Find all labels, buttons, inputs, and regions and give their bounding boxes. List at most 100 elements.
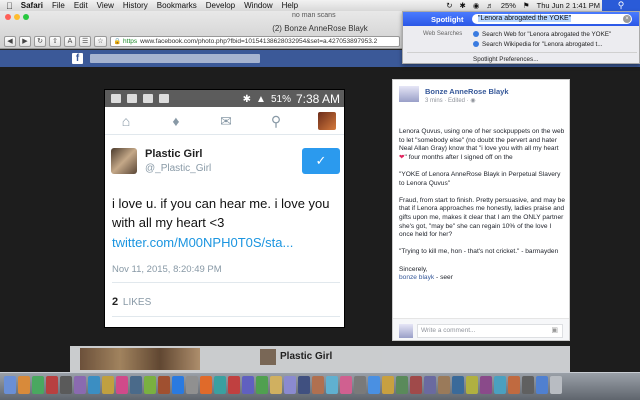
dock-app-icon[interactable] xyxy=(354,376,366,394)
facebook-search-input[interactable] xyxy=(90,54,260,63)
bluetooth-icon[interactable]: ✱ xyxy=(460,1,466,10)
comment-placeholder: Write a comment... xyxy=(421,327,476,334)
spotlight-category: Web Searches xyxy=(423,31,463,37)
post-body: Lenora Quvus, using one of her sockpuppe… xyxy=(399,128,567,283)
dock-app-icon[interactable] xyxy=(102,376,114,394)
dock-app-icon[interactable] xyxy=(438,376,450,394)
post-author-avatar[interactable] xyxy=(399,86,419,102)
dock-app-icon[interactable] xyxy=(158,376,170,394)
dock-app-icon[interactable] xyxy=(88,376,100,394)
dock-app-icon[interactable] xyxy=(200,376,212,394)
dock-app-icon[interactable] xyxy=(214,376,226,394)
dock-app-icon[interactable] xyxy=(32,376,44,394)
url-bar[interactable]: 🔒 https www.facebook.com/photo.php?fbid=… xyxy=(109,35,400,47)
zoom-window-button[interactable] xyxy=(23,14,29,20)
dock-app-icon[interactable] xyxy=(508,376,520,394)
apple-menu-icon[interactable]:  xyxy=(6,1,13,11)
dock-trash-icon[interactable] xyxy=(550,376,562,394)
wifi-icon[interactable]: ◉ xyxy=(473,1,480,10)
dock-app-icon[interactable] xyxy=(256,376,268,394)
back-button[interactable]: ◀ xyxy=(4,35,16,47)
dock-app-icon[interactable] xyxy=(396,376,408,394)
spotlight-preferences[interactable]: Spotlight Preferences... xyxy=(473,56,538,63)
sync-icon[interactable]: ↻ xyxy=(446,1,452,10)
share-icon[interactable]: ⇧ xyxy=(49,35,61,47)
menu-bookmarks[interactable]: Bookmarks xyxy=(157,1,197,10)
background-photo-strip[interactable] xyxy=(80,348,200,370)
background-post-name[interactable]: Plastic Girl xyxy=(280,351,332,362)
dock-app-icon[interactable] xyxy=(186,376,198,394)
post-signature-link[interactable]: bonze blayk xyxy=(399,274,434,281)
menu-view[interactable]: View xyxy=(97,1,114,10)
menu-edit[interactable]: Edit xyxy=(74,1,88,10)
menu-clock[interactable]: Thu Jun 2 1:41 PM xyxy=(537,1,600,10)
dock-app-icon[interactable] xyxy=(130,376,142,394)
volume-icon[interactable]: ♬ xyxy=(486,1,494,10)
dock-app-icon[interactable] xyxy=(368,376,380,394)
tweet-likes: 2 LIKES xyxy=(112,296,151,308)
post-text: Lenora Quvus, using one of her sockpuppe… xyxy=(399,128,565,153)
bookmark-icon[interactable]: ☆ xyxy=(94,35,107,47)
camera-icon[interactable]: ▣ xyxy=(551,326,558,334)
battery-percent[interactable]: 25% xyxy=(501,1,516,10)
menu-history[interactable]: History xyxy=(123,1,148,10)
minimize-window-button[interactable] xyxy=(14,14,20,20)
dock-app-icon[interactable] xyxy=(172,376,184,394)
lightbox-photo[interactable]: ✱ ▲ 51% 7:38 AM ⌂ ♦ ✉ ⚲ Plastic Girl @_P… xyxy=(104,89,345,328)
globe-icon[interactable]: ◉ xyxy=(470,98,475,104)
dock-app-icon[interactable] xyxy=(144,376,156,394)
post-signature-suffix: - seer xyxy=(434,274,453,282)
dock-app-icon[interactable] xyxy=(522,376,534,394)
dock-app-icon[interactable] xyxy=(480,376,492,394)
text-size-icon[interactable]: A xyxy=(64,35,76,47)
dock-app-icon[interactable] xyxy=(270,376,282,394)
menu-help[interactable]: Help xyxy=(282,1,298,10)
status-notification-icons xyxy=(111,94,175,103)
mail-notification-icon xyxy=(127,94,137,103)
dock-app-icon[interactable] xyxy=(284,376,296,394)
dock-app-icon[interactable] xyxy=(410,376,422,394)
dock-app-icon[interactable] xyxy=(116,376,128,394)
dock-app-icon[interactable] xyxy=(74,376,86,394)
spotlight-search-input[interactable]: "Lenora abrogated the YOKE" xyxy=(472,14,632,24)
small-tab-title[interactable]: no man scans xyxy=(292,12,336,19)
spotlight-result-wikipedia[interactable]: Search Wikipedia for "Lenora abrogated t… xyxy=(473,41,637,48)
dock-app-icon[interactable] xyxy=(242,376,254,394)
phone-clock: 7:38 AM xyxy=(295,92,340,106)
dock-app-icon[interactable] xyxy=(466,376,478,394)
spotlight-icon[interactable]: ⚲ xyxy=(602,0,640,11)
tweet-author-avatar xyxy=(111,148,137,174)
dock-app-icon[interactable] xyxy=(18,376,30,394)
menu-safari[interactable]: Safari xyxy=(21,1,43,10)
clear-search-icon[interactable]: × xyxy=(623,15,631,23)
dock-app-icon[interactable] xyxy=(298,376,310,394)
reader-icon[interactable]: ☰ xyxy=(79,35,92,47)
tweet-link: twitter.com/M00NPH0T0S/sta... xyxy=(112,235,294,250)
menu-window[interactable]: Window xyxy=(244,1,272,10)
post-timestamp[interactable]: 3 mins · Edited · xyxy=(425,98,470,104)
dock-app-icon[interactable] xyxy=(4,376,16,394)
dock-app-icon[interactable] xyxy=(228,376,240,394)
dock-app-icon[interactable] xyxy=(326,376,338,394)
close-window-button[interactable] xyxy=(5,14,11,20)
dock-app-icon[interactable] xyxy=(312,376,324,394)
dock-app-icon[interactable] xyxy=(424,376,436,394)
dock-app-icon[interactable] xyxy=(46,376,58,394)
dock-app-icon[interactable] xyxy=(494,376,506,394)
forward-button[interactable]: ▶ xyxy=(19,35,31,47)
dock-app-icon[interactable] xyxy=(60,376,72,394)
background-post-avatar[interactable] xyxy=(260,349,276,365)
spotlight-result-web[interactable]: Search Web for "Lenora abrogated the YOK… xyxy=(473,31,637,38)
flag-icon[interactable]: ⚑ xyxy=(523,1,530,10)
menu-file[interactable]: File xyxy=(52,1,65,10)
facebook-logo-icon[interactable]: f xyxy=(72,53,83,64)
dock-app-icon[interactable] xyxy=(382,376,394,394)
dock-app-icon[interactable] xyxy=(536,376,548,394)
post-author-name[interactable]: Bonze AnneRose Blayk xyxy=(425,87,509,96)
menu-develop[interactable]: Develop xyxy=(206,1,235,10)
comment-input[interactable]: Write a comment... ▣ xyxy=(417,324,563,338)
dock-app-icon[interactable] xyxy=(340,376,352,394)
reload-button[interactable]: ↻ xyxy=(34,35,46,47)
commenter-avatar xyxy=(399,324,413,338)
dock-app-icon[interactable] xyxy=(452,376,464,394)
